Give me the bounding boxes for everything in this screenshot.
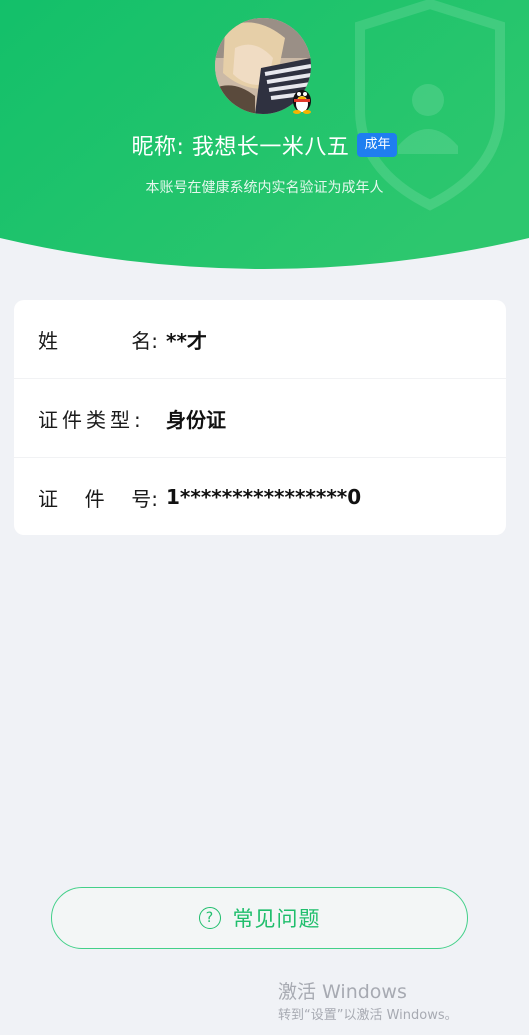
verification-note: 本账号在健康系统内实名验证为成年人 bbox=[145, 180, 384, 196]
name-row: 姓 名: **才 bbox=[14, 300, 506, 378]
profile-header: 昵称: 我想长一米八五 成年 本账号在健康系统内实名验证为成年人 bbox=[0, 0, 529, 270]
nickname-row: 昵称: 我想长一米八五 成年 bbox=[0, 128, 529, 162]
name-value: **才 bbox=[166, 328, 207, 353]
windows-activation-subtitle: 转到“设置”以激活 Windows。 bbox=[278, 1008, 458, 1023]
windows-activation-title: 激活 Windows bbox=[278, 981, 407, 1003]
name-label: 姓 名: bbox=[38, 328, 158, 353]
nickname: 昵称: 我想长一米八五 bbox=[131, 135, 350, 160]
identity-card: 姓 名: **才 证件类型: 身份证 证 件 号: 1*************… bbox=[14, 300, 506, 535]
adult-badge: 成年 bbox=[357, 133, 398, 157]
id-type-label: 证件类型: bbox=[38, 407, 145, 432]
id-number-label: 证 件 号: bbox=[38, 486, 158, 511]
id-type-row: 证件类型: 身份证 bbox=[14, 378, 506, 457]
id-type-value: 身份证 bbox=[166, 407, 226, 432]
faq-label: 常见问题 bbox=[232, 907, 321, 931]
question-circle-icon: ? bbox=[198, 907, 221, 929]
id-number-value: 1****************0 bbox=[166, 485, 362, 509]
qq-penguin-icon bbox=[289, 84, 315, 114]
id-number-row: 证 件 号: 1****************0 bbox=[14, 457, 506, 536]
faq-button[interactable]: ? 常见问题 bbox=[51, 887, 468, 949]
